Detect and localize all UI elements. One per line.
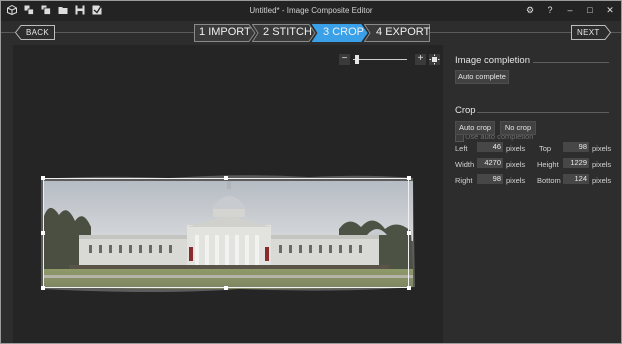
height-input[interactable]: 1229 <box>563 158 589 168</box>
next-button[interactable]: NEXT <box>571 25 611 40</box>
unit-label: pixels <box>506 144 526 153</box>
unit-label: pixels <box>592 176 612 185</box>
crop-handle[interactable] <box>224 286 228 290</box>
back-button[interactable]: BACK <box>15 25 55 40</box>
zoom-out-button[interactable]: − <box>339 54 350 65</box>
crop-handle[interactable] <box>407 176 411 180</box>
zoom-in-button[interactable]: + <box>415 54 426 65</box>
height-label: Height <box>537 160 559 169</box>
unit-label: pixels <box>592 160 612 169</box>
crop-section-title: Crop <box>455 105 476 116</box>
crop-handle[interactable] <box>407 231 411 235</box>
bottom-input[interactable]: 124 <box>563 174 589 184</box>
settings-icon[interactable]: ⚙ <box>525 4 535 16</box>
right-label: Right <box>455 176 473 185</box>
step-crop[interactable]: 3 CROP <box>312 24 368 42</box>
section-divider <box>477 112 609 113</box>
step-number: 1 <box>199 26 206 38</box>
step-import[interactable]: 1 IMPORT <box>194 24 256 42</box>
unit-label: pixels <box>592 144 612 153</box>
settings-panel: Image completion Auto complete Use auto … <box>449 45 621 343</box>
next-label: NEXT <box>577 28 600 37</box>
title-bar: Untitled* - Image Composite Editor ⚙ ? –… <box>1 1 621 21</box>
step-label: CROP <box>332 26 364 38</box>
nav-divider <box>430 32 571 33</box>
minimize-button[interactable]: – <box>565 4 575 16</box>
crop-frame[interactable] <box>43 178 409 288</box>
step-label: IMPORT <box>208 26 251 38</box>
unit-label: pixels <box>506 160 526 169</box>
fit-icon <box>429 54 440 65</box>
step-indicator: 1 IMPORT 2 STITCH 3 CROP 4 EXPORT <box>194 24 430 42</box>
width-input[interactable]: 4270 <box>477 158 503 168</box>
left-label: Left <box>455 144 468 153</box>
close-button[interactable]: ✕ <box>605 4 615 16</box>
auto-crop-button[interactable]: Auto crop <box>455 121 495 135</box>
nav-divider <box>1 32 15 33</box>
bottom-label: Bottom <box>537 176 561 185</box>
step-number: 3 <box>323 26 330 38</box>
step-number: 2 <box>263 26 270 38</box>
crop-handle[interactable] <box>407 286 411 290</box>
image-completion-title: Image completion <box>455 55 530 66</box>
step-export[interactable]: 4 EXPORT <box>364 24 430 42</box>
nav-divider <box>55 32 194 33</box>
left-input[interactable]: 46 <box>477 142 503 152</box>
step-number: 4 <box>376 26 383 38</box>
zoom-slider-track[interactable] <box>353 59 407 60</box>
step-label: EXPORT <box>385 26 431 38</box>
help-icon[interactable]: ? <box>545 4 555 16</box>
app-window: Untitled* - Image Composite Editor ⚙ ? –… <box>0 0 622 344</box>
zoom-slider-thumb[interactable] <box>355 55 359 64</box>
wizard-nav: BACK 1 IMPORT 2 STITCH 3 CROP 4 EXPORT N… <box>1 21 621 45</box>
crop-handle[interactable] <box>41 176 45 180</box>
section-divider <box>533 62 609 63</box>
auto-complete-button[interactable]: Auto complete <box>455 70 509 84</box>
maximize-button[interactable]: □ <box>585 4 595 16</box>
crop-handle[interactable] <box>41 231 45 235</box>
top-input[interactable]: 98 <box>563 142 589 152</box>
no-crop-button[interactable]: No crop <box>500 121 536 135</box>
nav-divider <box>611 32 621 33</box>
right-input[interactable]: 98 <box>477 174 503 184</box>
width-label: Width <box>455 160 475 169</box>
zoom-controls: − + <box>339 54 443 66</box>
unit-label: pixels <box>506 176 526 185</box>
crop-handle[interactable] <box>41 286 45 290</box>
step-stitch[interactable]: 2 STITCH <box>252 24 316 42</box>
step-label: STITCH <box>272 26 312 38</box>
fit-to-window-button[interactable] <box>429 54 440 65</box>
crop-handle[interactable] <box>224 176 228 180</box>
back-label: BACK <box>26 28 49 37</box>
window-controls: ⚙ ? – □ ✕ <box>525 4 615 16</box>
top-label: Top <box>539 144 552 153</box>
